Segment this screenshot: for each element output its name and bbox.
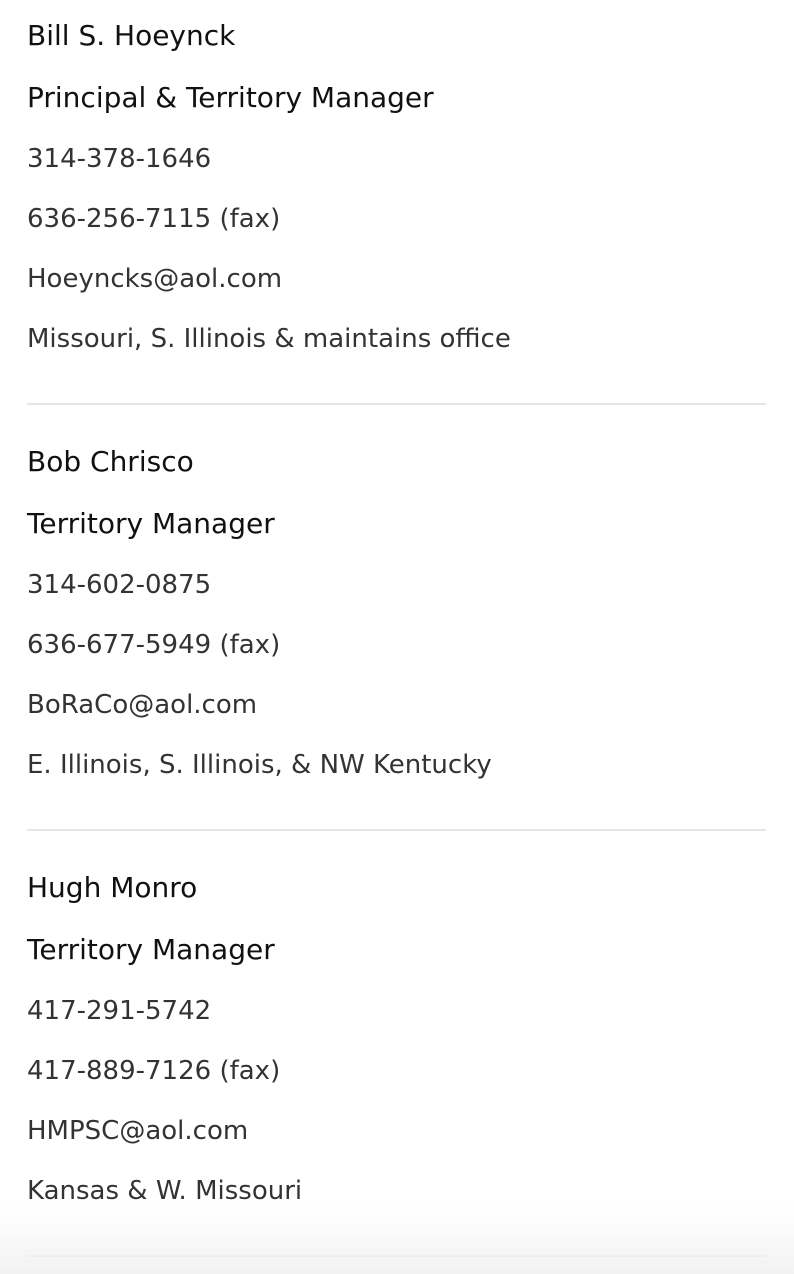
contact-name: Bill S. Hoeynck — [27, 19, 236, 52]
contact-divider — [27, 1255, 766, 1257]
contact-email-row: BoRaCo@aol.com — [27, 692, 257, 718]
contact-fax: 636-677-5949 (fax) — [27, 630, 281, 660]
contact-phone[interactable]: 314-602-0875 — [27, 572, 211, 598]
contact-email-row: Hoeyncks@aol.com — [27, 266, 282, 292]
contact-title: Principal & Territory Manager — [27, 81, 434, 114]
contact-card: Bob Chrisco Territory Manager 314-602-08… — [27, 426, 766, 852]
contact-title: Territory Manager — [27, 507, 275, 540]
contact-divider — [27, 829, 766, 831]
contact-name: Hugh Monro — [27, 871, 198, 904]
contact-phone[interactable]: 417-291-5742 — [27, 998, 211, 1024]
contact-territory: E. Illinois, S. Illinois, & NW Kentucky — [27, 750, 492, 780]
contact-email-row: HMPSC@aol.com — [27, 1118, 248, 1144]
contact-territory: Missouri, S. Illinois & maintains office — [27, 324, 511, 354]
contact-phone[interactable]: 314-378-1646 — [27, 146, 211, 172]
contact-email-link[interactable]: BoRaCo@aol.com — [27, 690, 257, 720]
contact-email-link[interactable]: Hoeyncks@aol.com — [27, 264, 282, 294]
contact-divider — [27, 403, 766, 405]
contact-card: Hugh Monro Territory Manager 417-291-574… — [27, 852, 766, 1274]
contact-list: Bill S. Hoeynck Principal & Territory Ma… — [27, 0, 766, 1274]
contact-name: Bob Chrisco — [27, 445, 194, 478]
contact-fax: 636-256-7115 (fax) — [27, 204, 281, 234]
contact-fax: 417-889-7126 (fax) — [27, 1056, 281, 1086]
contact-title: Territory Manager — [27, 933, 275, 966]
contact-card: Bill S. Hoeynck Principal & Territory Ma… — [27, 0, 766, 426]
contact-email-link[interactable]: HMPSC@aol.com — [27, 1116, 248, 1146]
contact-territory: Kansas & W. Missouri — [27, 1176, 303, 1206]
